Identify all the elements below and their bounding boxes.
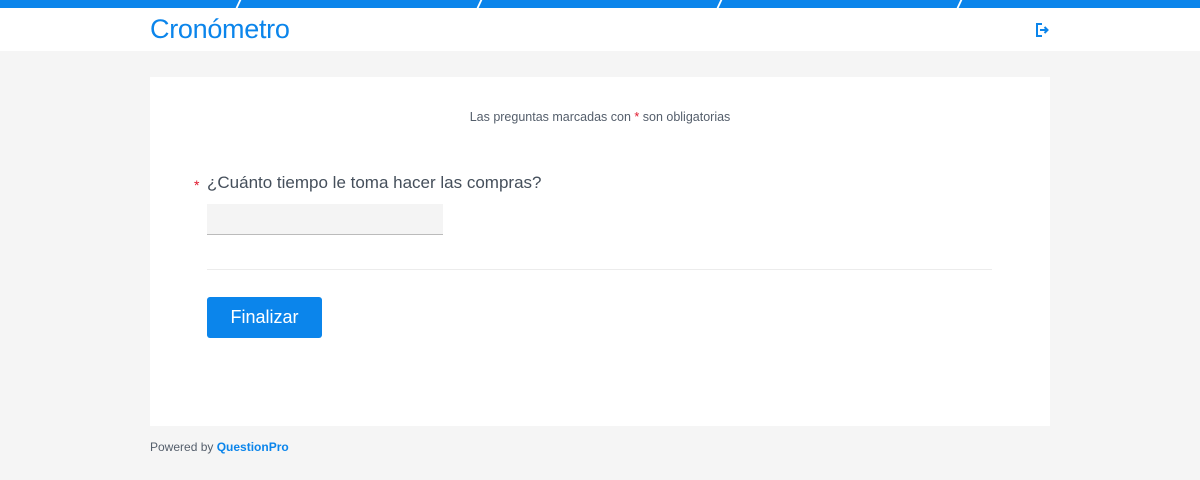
answer-input[interactable] xyxy=(207,204,443,235)
question-required-marker: * xyxy=(194,177,200,193)
questionpro-link[interactable]: QuestionPro xyxy=(217,440,289,454)
survey-title: Cronómetro xyxy=(150,14,290,44)
required-note-suffix: son obligatorias xyxy=(642,110,731,124)
top-accent-bar xyxy=(0,0,1200,8)
logout-icon[interactable] xyxy=(1034,22,1050,38)
required-marker: * xyxy=(634,110,640,124)
bar-slash xyxy=(233,0,243,8)
required-note-prefix: Las preguntas marcadas con xyxy=(469,110,631,124)
powered-by-text: Powered by xyxy=(150,440,214,454)
header: Cronómetro xyxy=(0,8,1200,51)
bar-slash xyxy=(714,0,724,8)
question-label: ¿Cuánto tiempo le toma hacer las compras… xyxy=(207,173,542,192)
bar-slash xyxy=(474,0,484,8)
bar-slash xyxy=(954,0,964,8)
survey-card: Las preguntas marcadas con * son obligat… xyxy=(150,77,1050,426)
finish-button[interactable]: Finalizar xyxy=(207,297,322,338)
divider xyxy=(207,269,992,270)
required-note: Las preguntas marcadas con * son obligat… xyxy=(150,110,1050,124)
footer: Powered by QuestionPro xyxy=(150,440,289,454)
